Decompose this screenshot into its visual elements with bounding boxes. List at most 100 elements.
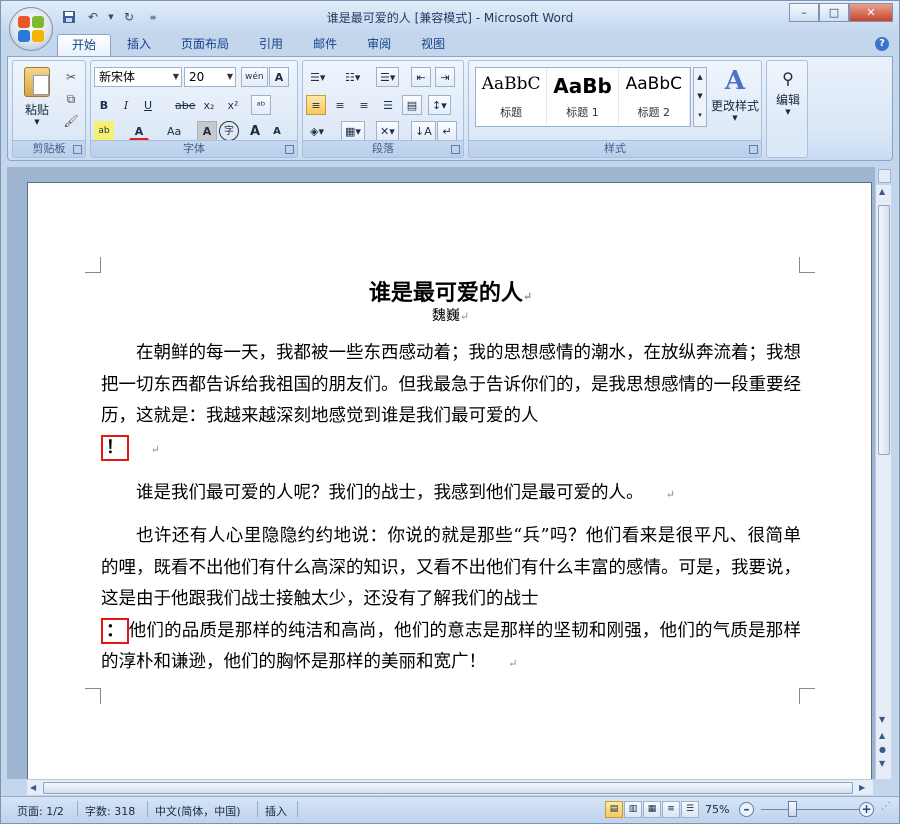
next-page-icon[interactable]: ▼: [879, 759, 885, 768]
chevron-down-icon: ▼: [172, 72, 179, 81]
horizontal-scroll-thumb[interactable]: [43, 782, 853, 794]
close-button[interactable]: ✕: [849, 3, 893, 22]
strikethrough-button[interactable]: abe: [171, 95, 200, 115]
bullets-icon[interactable]: ☰▾: [306, 67, 329, 87]
minimize-button[interactable]: –: [789, 3, 819, 22]
underline-button[interactable]: U: [138, 95, 158, 115]
paste-button[interactable]: 粘贴 ▼: [19, 65, 55, 126]
sort-icon[interactable]: ↓A: [411, 121, 436, 141]
styles-gallery-scroll[interactable]: ▲ ▼ ▾: [693, 67, 707, 127]
distributed-icon[interactable]: ▤: [402, 95, 422, 115]
change-styles-icon: A: [724, 66, 746, 96]
tab-page-layout[interactable]: 页面布局: [167, 34, 243, 56]
paragraph-2-text: 谁是我们最可爱的人呢？我们的战士，我感到他们是最可爱的人。: [136, 483, 644, 503]
style-title[interactable]: AaBbC 标题: [476, 68, 548, 126]
char-shading-button[interactable]: A: [197, 121, 217, 141]
italic-button[interactable]: I: [116, 95, 136, 115]
insert-mode[interactable]: 插入: [265, 803, 287, 819]
help-icon[interactable]: ?: [875, 37, 889, 51]
multilevel-list-icon[interactable]: ☰▾: [376, 67, 400, 87]
font-color-button[interactable]: A: [129, 121, 149, 141]
zoom-in-button[interactable]: +: [859, 802, 874, 817]
styles-group: AaBbC 标题 AaBb 标题 1 AaBbC 标题 2 ▲ ▼ ▾ A 更改样式…: [468, 60, 762, 158]
styles-launcher-icon[interactable]: [749, 145, 758, 154]
tab-references[interactable]: 引用: [245, 34, 297, 56]
crop-mark: [85, 688, 101, 704]
full-screen-reading-icon[interactable]: ▥: [624, 801, 642, 818]
shading-icon[interactable]: ◈▾: [306, 121, 328, 141]
zoom-slider-track[interactable]: [761, 809, 859, 810]
borders-icon[interactable]: ▦▾: [341, 121, 365, 141]
zoom-level[interactable]: 75%: [705, 803, 729, 816]
align-center-icon[interactable]: ≡: [330, 95, 350, 115]
grow-font-button[interactable]: A: [245, 121, 265, 141]
line-spacing-icon[interactable]: ↕▾: [428, 95, 451, 115]
outline-view-icon[interactable]: ≡: [662, 801, 680, 818]
tab-home[interactable]: 开始: [57, 34, 112, 56]
crop-mark: [799, 257, 815, 273]
shrink-font-button[interactable]: A: [267, 121, 287, 141]
paragraph-mark: ↵: [459, 310, 470, 323]
paragraph-1: 在朝鲜的每一天，我都被一些东西感动着；我的思想感情的潮水，在放纵奔流着；我想把一…: [101, 338, 801, 465]
tab-review[interactable]: 审阅: [353, 34, 405, 56]
decrease-indent-icon[interactable]: ⇤: [411, 67, 431, 87]
draft-view-icon[interactable]: ☰: [681, 801, 699, 818]
scroll-right-icon[interactable]: ▶: [859, 783, 865, 792]
copy-icon[interactable]: ⧉: [63, 91, 79, 107]
horizontal-scrollbar[interactable]: ◀ ▶: [27, 779, 873, 795]
change-case-button[interactable]: Aa: [163, 121, 185, 141]
tab-insert[interactable]: 插入: [113, 34, 165, 56]
style-heading-1[interactable]: AaBb 标题 1: [547, 68, 619, 126]
maximize-button[interactable]: □: [819, 3, 849, 22]
scroll-up-icon[interactable]: ▲: [879, 187, 885, 196]
zoom-out-button[interactable]: –: [739, 802, 754, 817]
change-styles-button[interactable]: A 更改样式 ▼: [709, 65, 761, 122]
tab-mailings[interactable]: 邮件: [299, 34, 351, 56]
paragraph-launcher-icon[interactable]: [451, 145, 460, 154]
format-painter-icon[interactable]: 🖌: [63, 113, 79, 129]
status-separator: [257, 801, 258, 817]
tab-view[interactable]: 视图: [407, 34, 459, 56]
superscript-button[interactable]: x²: [223, 95, 243, 115]
style-heading-2[interactable]: AaBbC 标题 2: [619, 68, 690, 126]
subscript-button[interactable]: x₂: [199, 95, 219, 115]
font-name-value: 新宋体: [99, 70, 136, 84]
prev-page-icon[interactable]: ▲: [879, 731, 885, 740]
highlight-button[interactable]: ab: [94, 121, 114, 141]
bold-button[interactable]: B: [94, 95, 114, 115]
style-sample: AaBbC: [625, 74, 682, 94]
clipboard-small-buttons: ✂ ⧉ 🖌: [63, 69, 79, 129]
editing-button[interactable]: ⚲ 编辑 ▼: [769, 67, 807, 116]
office-button[interactable]: [9, 7, 53, 51]
print-layout-icon[interactable]: ▤: [605, 801, 623, 818]
word-count[interactable]: 字数: 318: [85, 803, 135, 819]
font-launcher-icon[interactable]: [285, 145, 294, 154]
font-name-select[interactable]: 新宋体 ▼: [94, 67, 182, 87]
chinese-layout-icon[interactable]: ✕▾: [376, 121, 399, 141]
browse-object-icon[interactable]: ●: [879, 745, 886, 754]
scroll-left-icon[interactable]: ◀: [30, 783, 36, 792]
language-indicator[interactable]: 中文(简体，中国): [155, 803, 241, 819]
scroll-down-icon[interactable]: ▼: [879, 715, 885, 724]
resize-grip-icon[interactable]: ⋰: [881, 801, 891, 812]
numbering-icon[interactable]: ☷▾: [341, 67, 364, 87]
increase-indent-icon[interactable]: ⇥: [435, 67, 455, 87]
show-marks-icon[interactable]: ↵: [437, 121, 457, 141]
page-count[interactable]: 页面: 1/2: [17, 803, 64, 819]
clear-formatting-icon[interactable]: ᵃᵇ: [251, 95, 271, 115]
phonetic-guide-button[interactable]: wén: [241, 67, 268, 87]
justify-icon[interactable]: ☰: [378, 95, 398, 115]
vertical-scroll-thumb[interactable]: [878, 205, 890, 455]
zoom-slider-thumb[interactable]: [788, 801, 797, 817]
cut-icon[interactable]: ✂: [63, 69, 79, 85]
web-layout-icon[interactable]: ▦: [643, 801, 661, 818]
align-left-icon[interactable]: ≡: [306, 95, 326, 115]
document-page[interactable]: 谁是最可爱的人↵ 魏巍↵ 在朝鲜的每一天，我都被一些东西感动着；我的思想感情的潮…: [27, 182, 872, 779]
clipboard-launcher-icon[interactable]: [73, 145, 82, 154]
align-right-icon[interactable]: ≡: [354, 95, 374, 115]
enclose-chars-button[interactable]: 字: [219, 121, 239, 141]
font-size-select[interactable]: 20 ▼: [184, 67, 236, 87]
char-border-button[interactable]: A: [269, 67, 289, 87]
view-ruler-icon[interactable]: [878, 169, 891, 183]
vertical-scrollbar[interactable]: ▲ ▼ ▲ ● ▼: [875, 185, 891, 779]
